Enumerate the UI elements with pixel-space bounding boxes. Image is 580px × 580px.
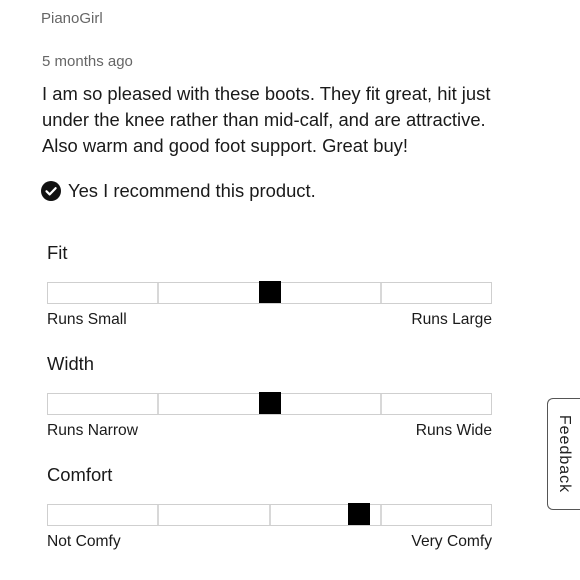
rating-marker <box>259 281 281 303</box>
rating-max-label: Runs Large <box>411 311 492 328</box>
rating-segment <box>271 283 382 303</box>
rating-title: Fit <box>47 242 68 263</box>
rating-segment <box>159 283 271 303</box>
rating-min-label: Not Comfy <box>47 533 121 550</box>
rating-segment <box>382 394 491 414</box>
rating-segment <box>48 394 160 414</box>
rating-marker <box>348 503 370 525</box>
rating-fit: Fit Runs Small Runs Large <box>47 242 492 328</box>
feedback-tab-label: Feedback <box>556 414 574 494</box>
rating-title: Width <box>47 353 95 374</box>
rating-segment <box>271 394 382 414</box>
rating-segment <box>159 394 271 414</box>
rating-min-label: Runs Narrow <box>47 422 138 439</box>
rating-segment <box>382 505 491 525</box>
rating-segment <box>48 283 160 303</box>
rating-comfort: Comfort Not Comfy Very Comfy <box>47 464 492 550</box>
rating-segment <box>159 505 271 525</box>
recommendation-text: Yes I recommend this product. <box>68 180 316 201</box>
rating-segment <box>48 505 160 525</box>
rating-max-label: Very Comfy <box>411 533 492 550</box>
feedback-tab-button[interactable]: Feedback <box>547 398 580 510</box>
rating-marker <box>259 392 281 414</box>
check-circle-icon <box>41 181 61 201</box>
review-timestamp: 5 months ago <box>42 53 133 70</box>
recommendation: Yes I recommend this product. <box>41 180 316 202</box>
rating-max-label: Runs Wide <box>415 422 492 439</box>
rating-min-label: Runs Small <box>47 311 127 328</box>
review-author: PianoGirl <box>41 10 103 27</box>
rating-segment <box>382 283 491 303</box>
rating-title: Comfort <box>47 464 113 485</box>
rating-width: Width Runs Narrow Runs Wide <box>47 353 492 439</box>
review-body: I am so pleased with these boots. They f… <box>42 83 491 156</box>
rating-track <box>47 504 492 526</box>
